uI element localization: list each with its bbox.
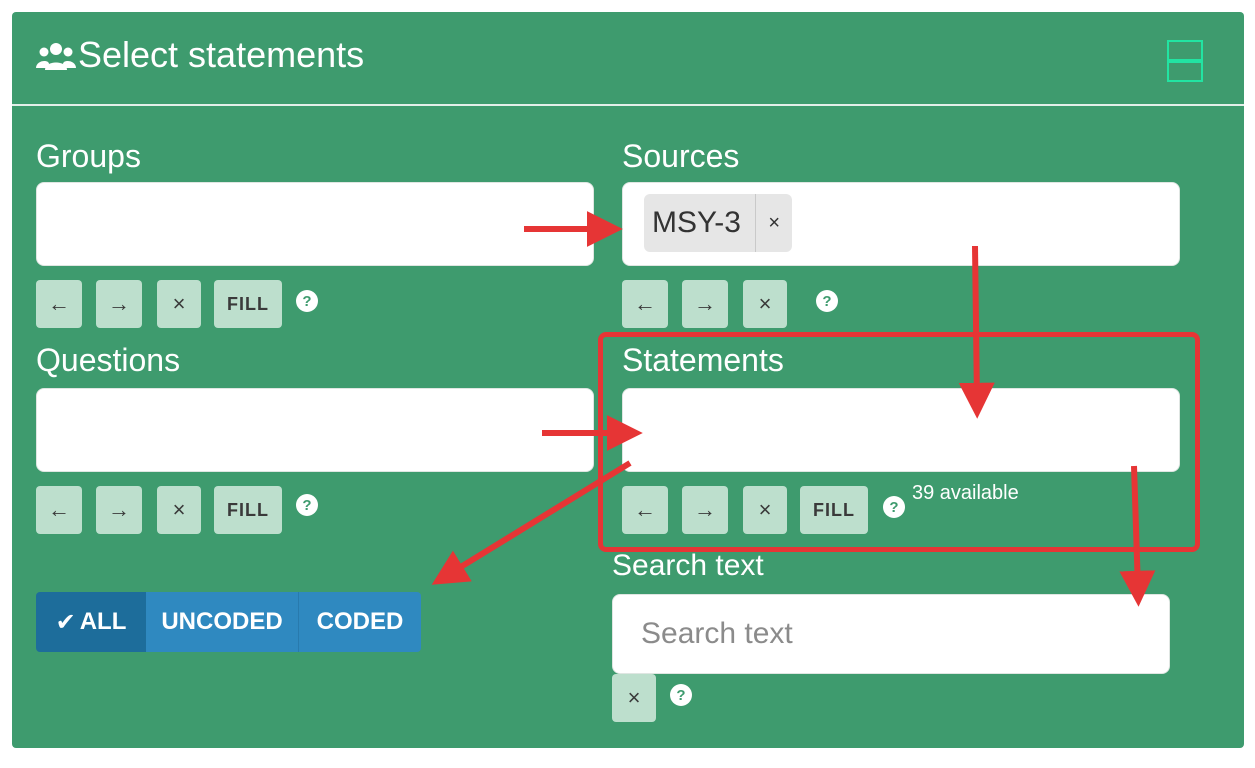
arrow-to-search	[1119, 465, 1156, 607]
arrow-sources-to-statements	[958, 245, 995, 419]
annotation-arrows	[431, 211, 1156, 607]
arrow-to-filter	[431, 460, 632, 585]
